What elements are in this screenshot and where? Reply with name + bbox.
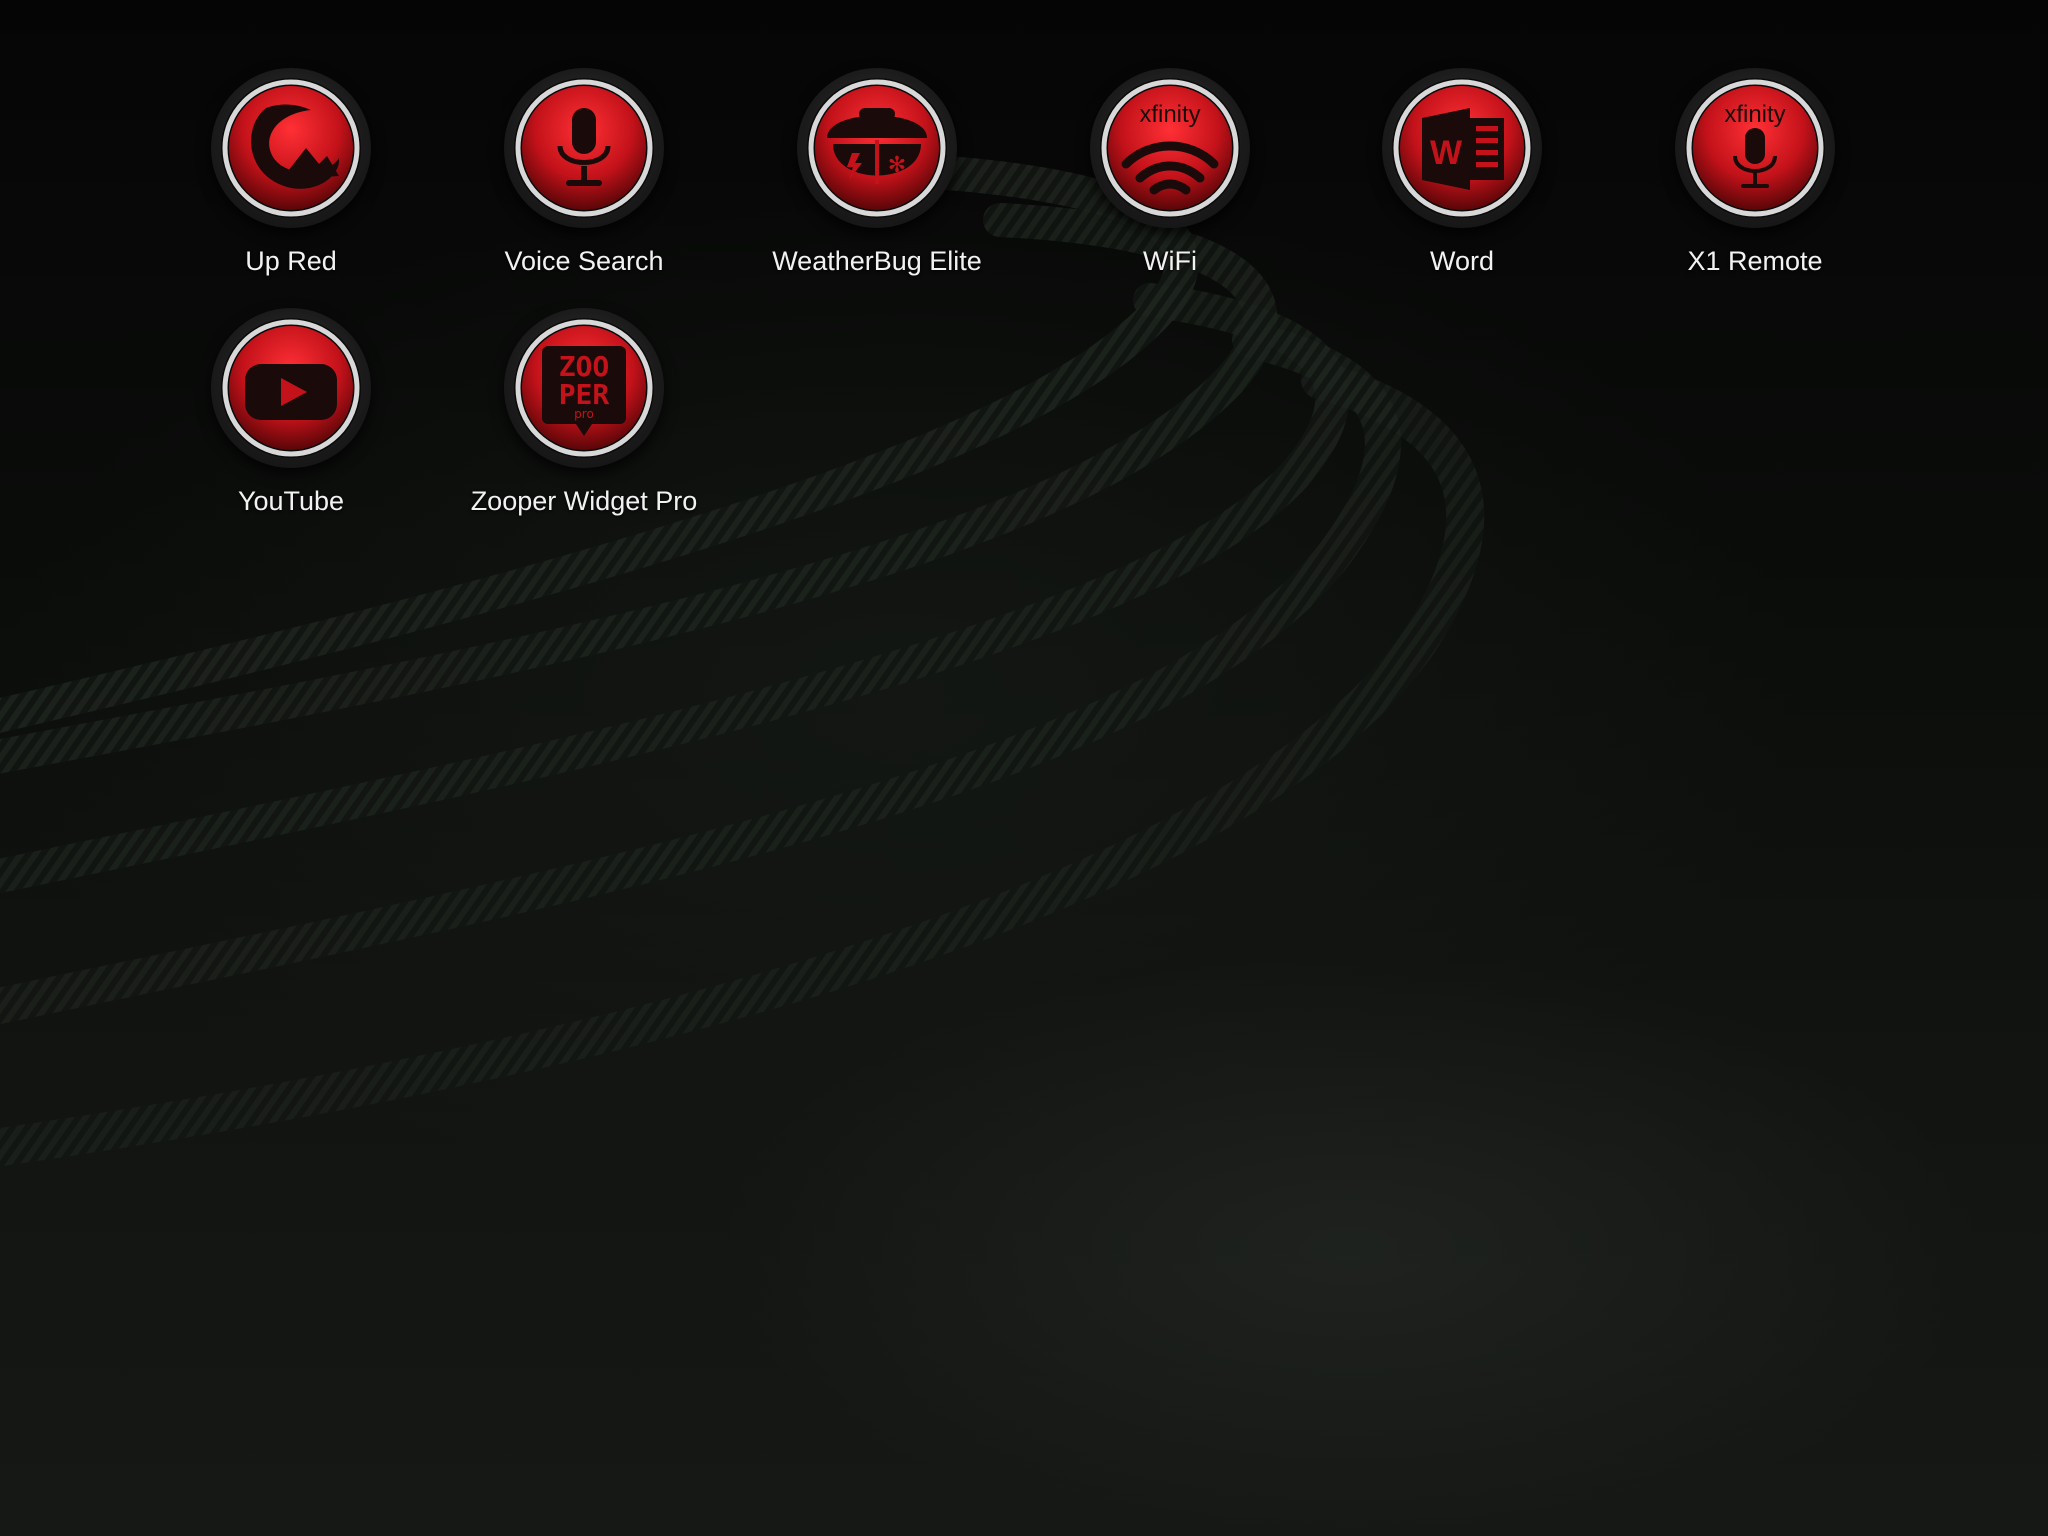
app-label: Word xyxy=(1429,246,1495,276)
app-icon: xfinity xyxy=(1090,68,1250,228)
app-zooper-widget-pro[interactable]: ZOO PER pro Zooper Widget Pro xyxy=(438,302,730,532)
app-up-red[interactable]: Up Red xyxy=(145,62,437,292)
app-label: Voice Search xyxy=(504,246,664,276)
svg-text:✻: ✻ xyxy=(888,153,906,178)
app-label: Zooper Widget Pro xyxy=(470,486,698,516)
swirl-mountain-icon xyxy=(221,78,361,218)
svg-text:xfinity: xfinity xyxy=(1139,101,1200,128)
app-icon: W xyxy=(1382,68,1542,228)
app-voice-search[interactable]: Voice Search xyxy=(438,62,730,292)
app-label: X1 Remote xyxy=(1687,246,1823,276)
app-icon: ZOO PER pro xyxy=(504,308,664,468)
app-weatherbug-elite[interactable]: ✻ WeatherBug Elite xyxy=(731,62,1023,292)
app-word[interactable]: W Word xyxy=(1316,62,1608,292)
app-icon: ✻ xyxy=(797,68,957,228)
word-document-icon: W xyxy=(1392,78,1532,218)
weatherbug-icon: ✻ xyxy=(807,78,947,218)
microphone-icon: xfinity xyxy=(1685,78,1825,218)
app-x1-remote[interactable]: xfinity X1 Remote xyxy=(1609,62,1901,292)
app-icon xyxy=(211,308,371,468)
app-icon: xfinity xyxy=(1675,68,1835,228)
wifi-icon: xfinity xyxy=(1100,78,1240,218)
app-label: YouTube xyxy=(237,486,345,516)
zooper-icon: ZOO PER pro xyxy=(514,318,654,458)
app-grid: Up Red Voice Search ✻ WeatherBug Elite x… xyxy=(0,0,2048,1536)
app-label: WeatherBug Elite xyxy=(772,246,982,276)
app-icon xyxy=(211,68,371,228)
svg-text:W: W xyxy=(1430,134,1463,172)
app-youtube[interactable]: YouTube xyxy=(145,302,437,532)
app-label: WiFi xyxy=(1143,246,1197,276)
svg-text:pro: pro xyxy=(574,407,594,421)
svg-text:xfinity: xfinity xyxy=(1724,101,1785,128)
play-button-icon xyxy=(221,318,361,458)
app-wifi[interactable]: xfinity WiFi xyxy=(1024,62,1316,292)
microphone-icon xyxy=(514,78,654,218)
app-icon xyxy=(504,68,664,228)
app-label: Up Red xyxy=(245,246,337,276)
